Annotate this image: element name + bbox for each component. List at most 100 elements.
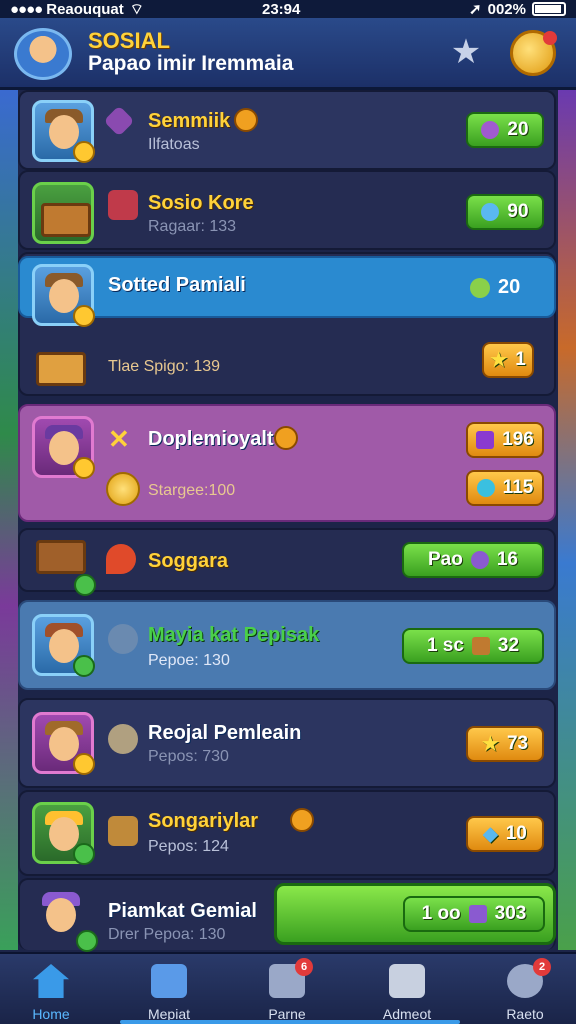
reward-button[interactable]: ★ 1 (482, 342, 534, 378)
chest-icon (108, 816, 138, 846)
header-subtitle: Papao imir Iremmaia (88, 52, 294, 75)
list-item[interactable]: Sotted Pamiali 20 Tlae Spigo: 139 ★ 1 (18, 252, 556, 396)
highlight-banner[interactable]: Sotted Pamiali 20 (18, 256, 556, 318)
gem-icon (476, 479, 495, 497)
item-subtitle: Tlae Spigo: 139 (108, 358, 221, 375)
list-item[interactable]: Semmiik Ilfatoas 20 (18, 90, 556, 170)
item-title: Songariylar (148, 810, 259, 832)
carrier-name: Reaouquat (46, 0, 124, 18)
item-title: Piamkat Gemial (108, 900, 257, 922)
character-icon (32, 614, 95, 677)
chest-icon (32, 182, 94, 244)
item-subtitle: Drer Pepoa: 130 (108, 926, 226, 943)
box-icon (468, 905, 487, 923)
character-icon (32, 712, 95, 775)
battery-icon (532, 2, 566, 16)
character-icon (32, 802, 95, 865)
globe-icon (470, 277, 490, 298)
reward-value: 1 (515, 349, 526, 370)
tab-parne[interactable]: 6 Parne (242, 958, 332, 1022)
signal-icon: ●●●● (10, 0, 43, 18)
item-title: Doplemioyalt (148, 428, 274, 450)
wifi-icon: ⌔ (129, 0, 144, 18)
item-title: Semmiik (148, 110, 231, 132)
list-item[interactable]: ✕ Doplemioyalt Stargee:100 196 115 (18, 404, 556, 522)
battery-percent: 002% (487, 0, 526, 18)
badge-icon (274, 426, 298, 450)
reward-value: 10 (505, 823, 527, 844)
badge-icon (290, 808, 314, 832)
star-icon: ★ (481, 733, 499, 755)
claim-panel[interactable]: 1 oo 303 (274, 883, 556, 945)
list-item[interactable]: Soggara Pao 16 (18, 528, 556, 596)
home-indicator (120, 1020, 460, 1024)
shield-icon (481, 203, 500, 221)
reward-button[interactable]: 90 (466, 194, 544, 230)
shield-icon (476, 431, 495, 449)
character-icon (32, 416, 95, 479)
home-icon (33, 964, 69, 998)
character-icon (32, 100, 95, 163)
profile-icon: 2 (507, 958, 551, 998)
reward-value: 196 (502, 429, 534, 450)
list-item[interactable]: Songariylar Pepos: 124 ◆ 10 (18, 790, 556, 876)
badge-icon (234, 108, 258, 132)
reward-button[interactable]: ★ 73 (466, 726, 544, 762)
item-title: Mayia kat Pepisak (148, 624, 320, 646)
reward-label: 1 sc (426, 635, 464, 656)
reward-label: 20 (470, 276, 520, 299)
potion-icon (108, 624, 138, 654)
notification-dot (543, 31, 557, 45)
background-right (558, 90, 576, 950)
reward-button[interactable]: 20 (466, 112, 544, 148)
player-avatar[interactable] (14, 28, 72, 80)
reward-button[interactable]: Pao 16 (402, 542, 544, 578)
status-time: 23:94 (262, 0, 301, 18)
tab-admeot[interactable]: Admeot (362, 960, 452, 1022)
reward-label: Pao (428, 549, 463, 570)
reward-value: 115 (502, 477, 534, 498)
chest-icon (30, 334, 92, 396)
reward-value: 20 (507, 119, 529, 140)
tab-label: Home (32, 1006, 70, 1022)
tab-mepiat[interactable]: Mepiat (124, 960, 214, 1022)
star-icon[interactable]: ★ (446, 32, 486, 72)
tab-bar: Home Mepiat 6 Parne Admeot 2 Raeto (0, 952, 576, 1024)
reward-label: 1 oo (421, 903, 461, 924)
reward-button[interactable]: 1 sc 32 (402, 628, 544, 664)
shield-icon: ◆ (483, 823, 498, 845)
reward-button[interactable]: ◆ 10 (466, 816, 544, 852)
calendar-icon (389, 964, 425, 998)
location-icon: ➚ (469, 1, 482, 18)
reward-button[interactable]: 1 oo 303 (403, 896, 545, 932)
tab-home[interactable]: Home (6, 960, 96, 1022)
reward-value: 16 (496, 549, 518, 570)
background-left (0, 90, 18, 950)
tab-raeto[interactable]: 2 Raeto (480, 958, 570, 1022)
reward-button-2[interactable]: 115 (466, 470, 544, 506)
item-title: Reojal Pemleain (148, 722, 302, 744)
gear-icon (108, 724, 138, 754)
reward-value: 303 (494, 903, 527, 924)
coin-icon[interactable] (510, 30, 557, 76)
list-item[interactable]: Sosio Kore Ragaar: 133 90 (18, 170, 556, 250)
list-item[interactable]: Reojal Pemleain Pepos: 730 ★ 73 (18, 698, 556, 788)
reward-value: 20 (498, 276, 521, 298)
item-subtitle: Ilfatoas (148, 136, 200, 153)
swords-icon: ✕ (108, 424, 130, 454)
reward-button[interactable]: 196 (466, 422, 544, 458)
notification-badge: 2 (533, 958, 551, 976)
notification-badge: 6 (295, 958, 313, 976)
character-icon (32, 886, 98, 952)
header-title: SOSIAL (88, 28, 170, 53)
shield-icon (106, 544, 136, 574)
item-subtitle: Stargee:100 (148, 482, 236, 499)
tab-label: Raeto (506, 1006, 544, 1022)
item-subtitle: Pepoe: 130 (148, 652, 230, 669)
item-subtitle: Ragaar: 133 (148, 218, 237, 235)
reward-value: 32 (497, 635, 520, 656)
star-icon: ★ (490, 349, 508, 371)
item-title: Sotted Pamiali (108, 274, 246, 296)
status-bar: ●●●● Reaouquat ⌔ 23:94 ➚ 002% (0, 0, 576, 18)
list-item[interactable]: Mayia kat Pepisak Pepoe: 130 1 sc 32 (18, 600, 556, 690)
